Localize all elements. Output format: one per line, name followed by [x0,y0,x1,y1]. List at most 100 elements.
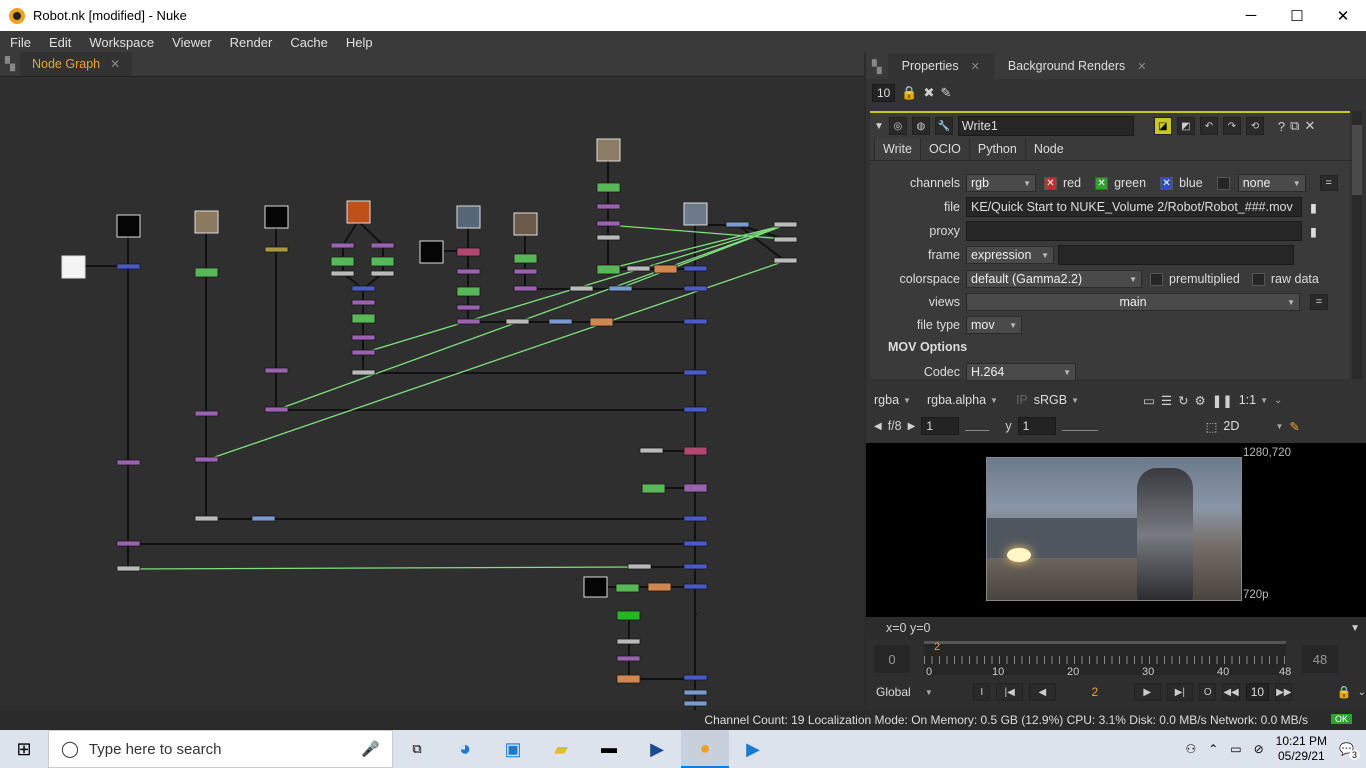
fstop-right-arrow-icon[interactable]: ▶ [908,421,916,432]
views-dropdown[interactable]: main ▼ [966,293,1300,311]
tab-write[interactable]: Write [874,138,920,160]
step-back-icon[interactable]: ◀◀ [1222,683,1240,701]
folder-icon[interactable]: ▮ [1310,224,1317,239]
redo-icon[interactable]: ↷ [1222,117,1241,135]
gamma-slider[interactable] [1061,421,1098,431]
channels-link-button[interactable]: = [1319,175,1338,191]
tab-node[interactable]: Node [1024,138,1072,160]
float-panel-icon[interactable]: ⧉ [1290,118,1299,134]
out-point-button[interactable]: O [1199,683,1217,701]
scrollbar-thumb[interactable] [1352,125,1362,195]
blue-checkbox[interactable]: ✕ [1160,176,1174,190]
list-icon[interactable]: ☰ [1161,393,1172,408]
store-icon[interactable]: ▣ [489,730,537,768]
raw-data-checkbox[interactable] [1251,272,1265,286]
wrench-icon[interactable]: 🔧 [934,117,953,135]
alpha-channel-dropdown[interactable]: rgba.alpha ▼ [927,393,998,407]
zoom-dropdown[interactable]: 1:1 ▼ [1239,393,1268,407]
gear-icon[interactable]: ⚙ [1195,393,1206,408]
close-tab-icon[interactable]: ✕ [971,60,980,73]
notifications-icon[interactable]: 💬 3 [1339,742,1360,760]
gain-field[interactable]: 1 [921,417,960,435]
region-select-icon[interactable]: ⬚ [1206,419,1218,434]
undo-icon[interactable]: ↶ [1199,117,1218,135]
refresh-icon[interactable]: ↻ [1178,393,1188,408]
next-keyframe-icon[interactable]: ▶| [1166,683,1194,701]
minimize-button[interactable]: ─ [1228,0,1274,31]
pencil-icon[interactable]: ✎ [940,85,951,101]
people-icon[interactable]: ⚇ [1185,742,1196,756]
clock[interactable]: 10:21 PM 05/29/21 [1276,734,1327,764]
windows-start-icon[interactable]: ⊞ [0,730,48,768]
edge-icon[interactable]: ◕ [441,730,489,768]
start-frame-field[interactable]: 0 [874,645,910,673]
paint-brush-icon[interactable]: ✎ [1289,419,1299,434]
current-frame-field[interactable]: 2 [1062,685,1128,699]
node-graph-canvas[interactable] [0,77,864,710]
input-process-button[interactable]: IP [1016,393,1028,407]
fstop-left-arrow-icon[interactable]: ◀ [874,421,882,432]
channels-dropdown[interactable]: rgb ▼ [966,174,1036,192]
premultiplied-checkbox[interactable] [1150,272,1163,286]
proxy-field[interactable] [966,221,1302,241]
end-frame-field[interactable]: 48 [1302,645,1338,673]
current-frame-marker[interactable]: 2 [934,641,940,653]
collapse-arrow-icon[interactable]: ▼ [874,121,884,132]
close-tab-icon[interactable]: ✕ [110,57,120,71]
tray-chevron-icon[interactable]: ⌃ [1208,742,1218,756]
nuke-taskbar-icon[interactable]: ● [681,730,729,768]
frame-dropdown[interactable]: expression ▼ [966,246,1054,264]
battery-icon[interactable]: ▭ [1230,742,1241,756]
close-button[interactable]: ✕ [1320,0,1366,31]
file-type-dropdown[interactable]: mov ▼ [966,316,1022,334]
extra-channel-checkbox[interactable] [1216,176,1230,190]
file-field[interactable]: KE/Quick Start to NUKE_Volume 2/Robot/Ro… [966,197,1302,217]
gain-slider[interactable] [965,421,990,431]
red-checkbox[interactable]: ✕ [1044,176,1057,190]
terminal-icon[interactable]: ▬ [585,730,633,768]
properties-scrollbar[interactable] [1352,111,1362,379]
green-checkbox[interactable]: ✕ [1095,176,1109,190]
node-name-field[interactable]: Write1 [957,116,1134,136]
tile-color-icon[interactable]: ◪ [1153,117,1172,135]
menu-cache[interactable]: Cache [280,35,336,50]
powershell-icon[interactable]: ▶ [633,730,681,768]
pause-icon[interactable]: ❚❚ [1212,393,1233,408]
pane-grip-icon[interactable]: ▚ [866,53,888,79]
tab-python[interactable]: Python [968,138,1025,160]
taskbar-search[interactable]: ◯ Type here to search 🎤 [48,730,393,768]
colorspace-dropdown[interactable]: default (Gamma2.2) ▼ [966,270,1142,288]
revert-icon[interactable]: ⟲ [1245,117,1264,135]
view-mode-dropdown[interactable]: 2D ▼ [1223,419,1283,433]
timeline-ruler[interactable]: 2 0 10 20 30 40 48 [924,641,1291,678]
step-forward-icon[interactable]: ▶▶ [1275,683,1293,701]
play-backward-icon[interactable]: ◀ [1029,683,1056,701]
tab-ocio[interactable]: OCIO [919,138,969,160]
prev-keyframe-icon[interactable]: |◀ [996,683,1024,701]
gamma-field[interactable]: 1 [1017,417,1056,435]
menu-file[interactable]: File [0,35,39,50]
close-tab-icon[interactable]: ✕ [1137,60,1146,73]
max-panels-field[interactable]: 10 [872,84,896,102]
task-view-icon[interactable]: ⧉ [393,730,441,768]
clear-panels-icon[interactable]: ✖ [924,85,935,101]
pane-grip-icon[interactable]: ▚ [0,52,20,76]
channel-set-dropdown[interactable]: rgba ▼ [874,393,911,407]
frame-expression-field[interactable] [1058,245,1294,265]
microphone-icon[interactable]: 🎤 [361,740,380,758]
codec-dropdown[interactable]: H.264 ▼ [966,363,1076,381]
folder-icon[interactable]: ▮ [1310,200,1317,215]
expand-icon[interactable]: ⌄ [1358,687,1366,698]
menu-edit[interactable]: Edit [39,35,79,50]
frame-increment-field[interactable]: 10 [1245,683,1270,701]
extra-channel-dropdown[interactable]: none ▼ [1237,174,1306,192]
expand-icon[interactable]: ⌄ [1274,395,1282,406]
file-explorer-icon[interactable]: ▰ [537,730,585,768]
tab-node-graph[interactable]: Node Graph ✕ [20,52,133,76]
font-color-icon[interactable]: ◩ [1176,117,1195,135]
lock-icon[interactable]: 🔒 [901,85,917,101]
maximize-button[interactable]: ☐ [1274,0,1320,31]
menu-render[interactable]: Render [220,35,281,50]
tab-properties[interactable]: Properties ✕ [887,53,994,79]
expand-icon[interactable]: ▼ [1350,623,1360,634]
